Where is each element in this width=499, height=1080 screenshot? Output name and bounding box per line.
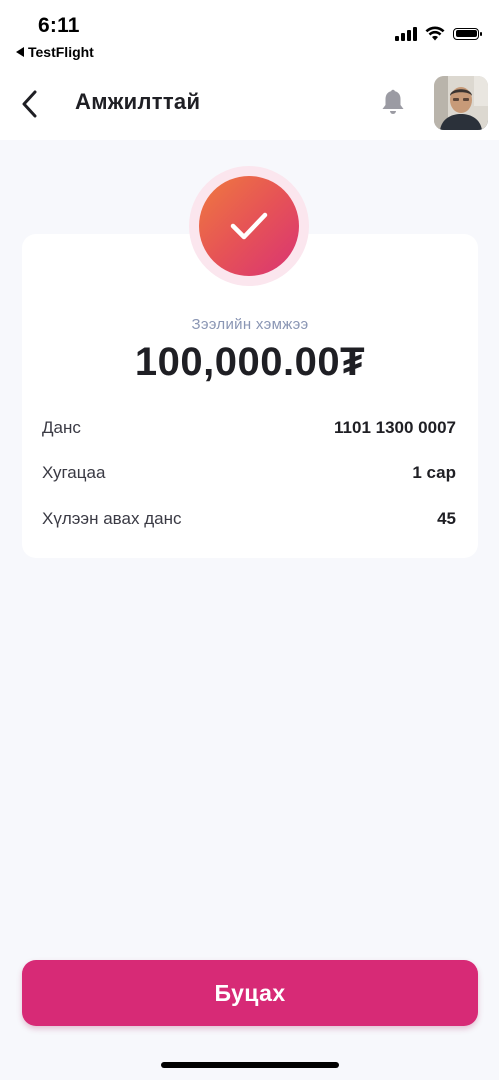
top-bar: 6:11 TestFlight Амжилттай xyxy=(0,0,499,140)
detail-value: 1101 1300 0007 xyxy=(334,418,456,437)
back-triangle-icon xyxy=(16,47,24,57)
notification-button[interactable] xyxy=(378,88,408,118)
detail-label: Хугацаа xyxy=(42,463,106,482)
home-indicator[interactable] xyxy=(161,1062,339,1068)
return-button[interactable]: Буцах xyxy=(22,960,478,1026)
checkmark-icon xyxy=(230,212,268,240)
loan-amount-value: 100,000.00₮ xyxy=(134,340,366,384)
detail-value: 1 сар xyxy=(412,463,456,482)
detail-label: Данс xyxy=(42,418,81,437)
success-badge xyxy=(189,166,309,286)
profile-avatar[interactable] xyxy=(434,76,488,130)
cellular-signal-icon xyxy=(395,26,417,41)
detail-row-receiving-account: Хүлээн авах данс 45 xyxy=(42,509,456,529)
user-photo-icon xyxy=(434,76,488,130)
detail-value: 45 xyxy=(437,509,456,528)
testflight-label: TestFlight xyxy=(28,44,94,60)
chevron-left-icon xyxy=(22,90,37,118)
success-circle xyxy=(199,176,299,276)
detail-label: Хүлээн авах данс xyxy=(42,509,182,528)
detail-row-account: Данс 1101 1300 0007 xyxy=(42,418,456,438)
back-button[interactable] xyxy=(14,86,46,122)
status-icons xyxy=(395,26,482,41)
detail-row-term: Хугацаа 1 сар xyxy=(42,463,456,483)
testflight-back-link[interactable]: TestFlight xyxy=(16,44,94,60)
bell-icon xyxy=(382,89,404,114)
battery-icon xyxy=(453,27,482,40)
status-time: 6:11 xyxy=(38,14,80,37)
page-title: Амжилттай xyxy=(75,89,201,114)
loan-amount-label: Зээлийн хэмжээ xyxy=(191,316,309,333)
wifi-icon xyxy=(425,26,445,41)
